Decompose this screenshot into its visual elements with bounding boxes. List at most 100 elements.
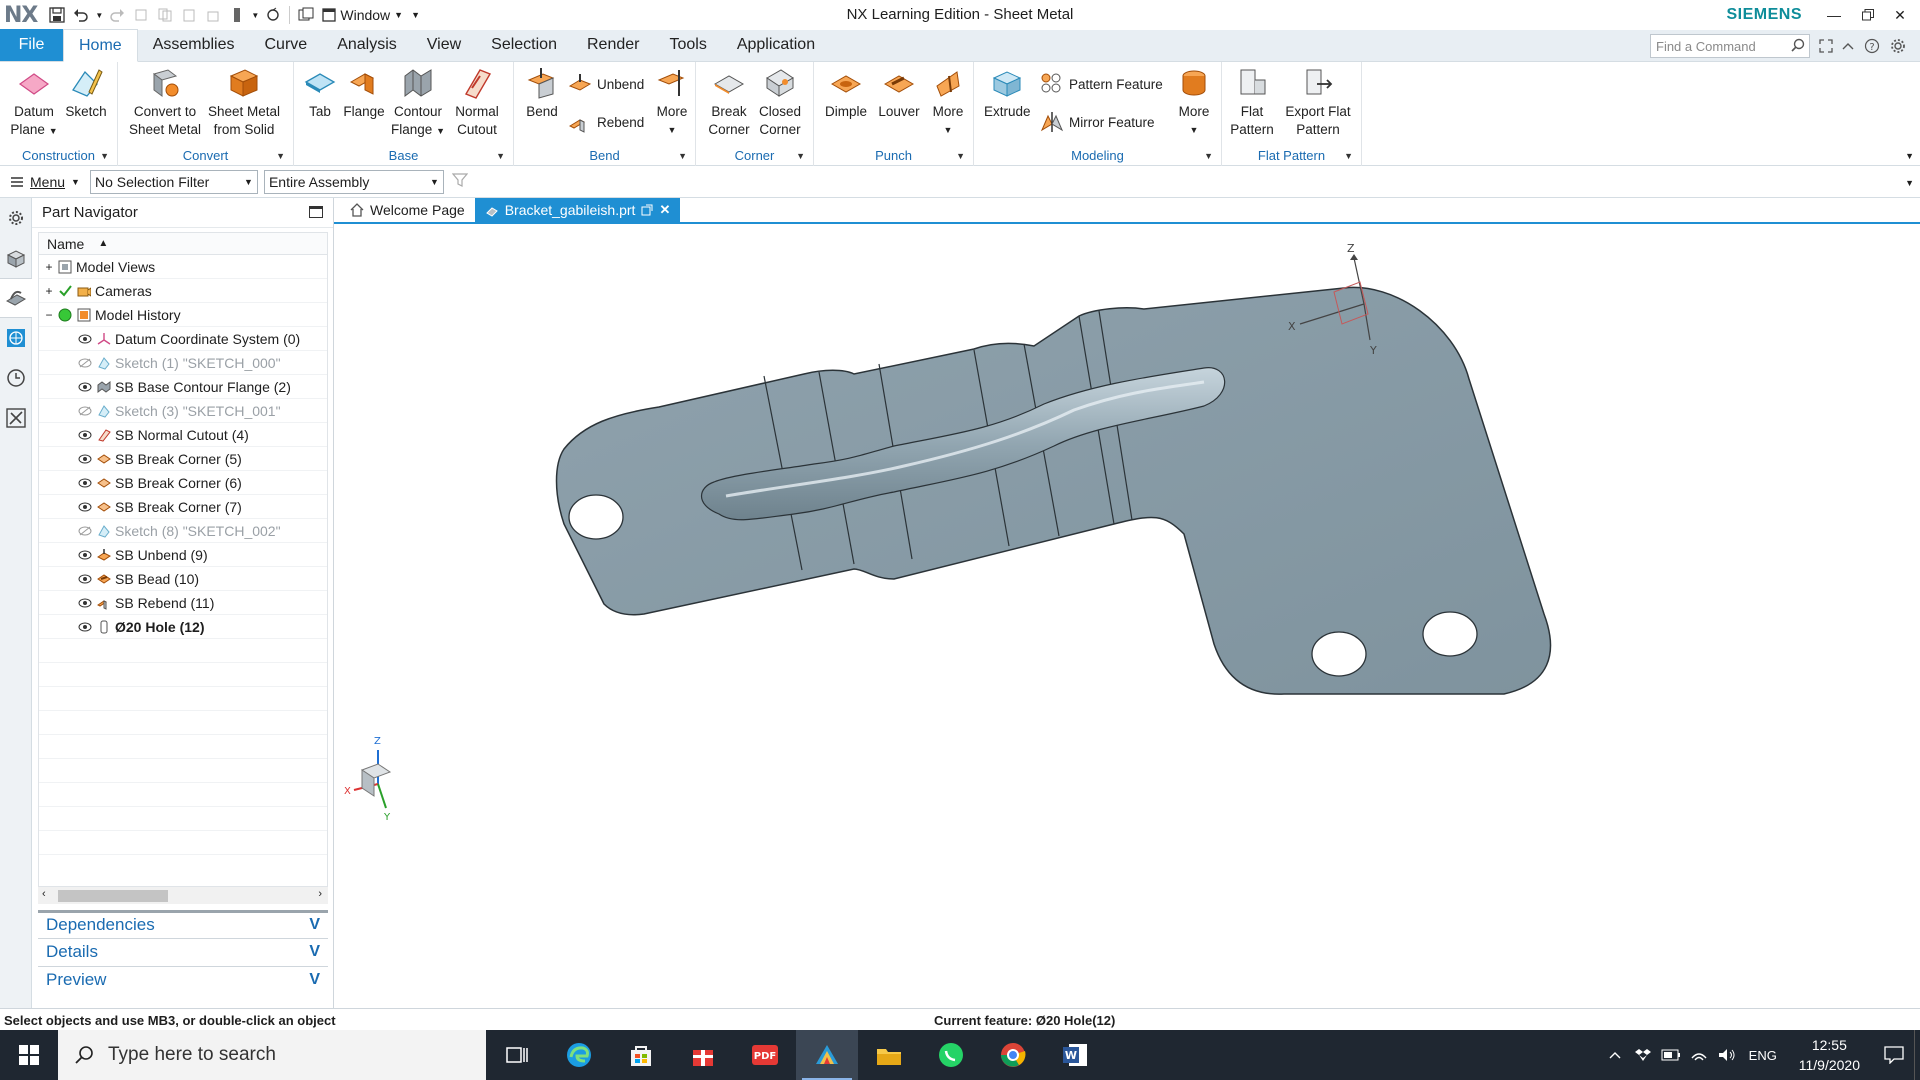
visibility-eye-icon[interactable] bbox=[77, 499, 93, 515]
selection-filter-dropdown[interactable]: No Selection Filter ▼ bbox=[89, 169, 258, 194]
part-model-view[interactable]: Z X Y Z X Y bbox=[334, 224, 1920, 1008]
tree-node-model-history[interactable]: − Model History bbox=[39, 303, 327, 327]
bend-more-button[interactable]: More ▼ bbox=[652, 66, 692, 139]
visibility-eye-icon[interactable] bbox=[77, 547, 93, 563]
punch-more-button[interactable]: More ▼ bbox=[928, 66, 968, 139]
assembly-navigator-icon[interactable] bbox=[0, 238, 32, 278]
tab-file[interactable]: File bbox=[0, 29, 63, 61]
show-hidden-icons-icon[interactable] bbox=[1601, 1030, 1629, 1080]
scroll-right-icon[interactable]: › bbox=[318, 888, 322, 900]
feature-row-base-contour-flange[interactable]: SB Base Contour Flange (2) bbox=[39, 375, 327, 399]
visibility-eye-icon[interactable] bbox=[77, 427, 93, 443]
feature-row-sketch-3[interactable]: Sketch (3) "SKETCH_001" bbox=[39, 399, 327, 423]
flat-pattern-button[interactable]: Flat Pattern bbox=[1230, 66, 1274, 139]
repeat-command-icon[interactable] bbox=[226, 4, 248, 26]
chrome-icon[interactable] bbox=[982, 1030, 1044, 1080]
hole-bottom-left[interactable] bbox=[1311, 631, 1367, 677]
reset-filter-icon[interactable] bbox=[451, 172, 469, 191]
feature-row-datum-csys[interactable]: Datum Coordinate System (0) bbox=[39, 327, 327, 351]
extrude-button[interactable]: Extrude bbox=[984, 66, 1031, 121]
visibility-eye-icon[interactable] bbox=[77, 595, 93, 611]
hidden-eye-icon[interactable] bbox=[77, 403, 93, 419]
tab-view[interactable]: View bbox=[412, 29, 476, 61]
feature-row-break-corner-5[interactable]: SB Break Corner (5) bbox=[39, 447, 327, 471]
history-clock-icon[interactable] bbox=[0, 358, 32, 398]
tab-assemblies[interactable]: Assemblies bbox=[138, 29, 250, 61]
contour-flange-button[interactable]: Contour Flange ▼ bbox=[390, 66, 446, 140]
selection-scope-dropdown[interactable]: Entire Assembly ▼ bbox=[263, 169, 444, 194]
export-flat-pattern-button[interactable]: Export Flat Pattern bbox=[1278, 66, 1358, 139]
notifications-icon[interactable] bbox=[1874, 1030, 1914, 1080]
process-studio-icon[interactable] bbox=[0, 398, 32, 438]
visibility-eye-icon[interactable] bbox=[77, 619, 93, 635]
restore-button[interactable] bbox=[1854, 4, 1882, 26]
hole-left[interactable] bbox=[568, 494, 624, 540]
pdf-reader-icon[interactable]: PDF bbox=[734, 1030, 796, 1080]
show-desktop-button[interactable] bbox=[1914, 1030, 1920, 1080]
scroll-left-icon[interactable]: ‹ bbox=[42, 888, 46, 900]
visibility-eye-icon[interactable] bbox=[77, 475, 93, 491]
mirror-feature-button[interactable]: Mirror Feature bbox=[1040, 110, 1155, 134]
collapse-icon[interactable]: − bbox=[43, 308, 55, 322]
whatsapp-icon[interactable] bbox=[920, 1030, 982, 1080]
tab-home[interactable]: Home bbox=[63, 29, 138, 62]
view-triad[interactable]: Z X Y bbox=[344, 736, 392, 823]
file-explorer-icon[interactable] bbox=[858, 1030, 920, 1080]
cut-icon[interactable] bbox=[130, 4, 152, 26]
settings-gear-icon[interactable] bbox=[0, 198, 32, 238]
tab-selection[interactable]: Selection bbox=[476, 29, 572, 61]
visibility-eye-icon[interactable] bbox=[77, 451, 93, 467]
scrollbar-thumb[interactable] bbox=[58, 890, 168, 902]
dropbox-icon[interactable] bbox=[1629, 1030, 1657, 1080]
customize-qa-icon[interactable]: ▼ bbox=[411, 10, 420, 20]
louver-button[interactable]: Louver bbox=[874, 66, 924, 121]
copy-icon[interactable] bbox=[154, 4, 176, 26]
tree-node-model-views[interactable]: + Model Views bbox=[39, 255, 327, 279]
undo-dropdown-icon[interactable]: ▼ bbox=[94, 4, 104, 26]
find-command-input[interactable]: Find a Command bbox=[1650, 34, 1810, 58]
tab-render[interactable]: Render bbox=[572, 29, 654, 61]
tree-node-cameras[interactable]: + Cameras bbox=[39, 279, 327, 303]
redo-icon[interactable] bbox=[106, 4, 128, 26]
hidden-eye-icon[interactable] bbox=[77, 355, 93, 371]
close-button[interactable]: ✕ bbox=[1886, 4, 1914, 26]
visibility-eye-icon[interactable] bbox=[77, 331, 93, 347]
full-screen-icon[interactable] bbox=[1816, 36, 1836, 56]
help-icon[interactable]: ? bbox=[1862, 36, 1882, 56]
taskbar-search-input[interactable]: Type here to search bbox=[58, 1030, 486, 1080]
save-icon[interactable] bbox=[46, 4, 68, 26]
feature-row-break-corner-6[interactable]: SB Break Corner (6) bbox=[39, 471, 327, 495]
feature-row-normal-cutout[interactable]: SB Normal Cutout (4) bbox=[39, 423, 327, 447]
wifi-icon[interactable] bbox=[1685, 1030, 1713, 1080]
expand-icon[interactable]: + bbox=[43, 260, 55, 274]
convert-to-sheet-metal-button[interactable]: Convert to Sheet Metal bbox=[128, 66, 202, 139]
volume-icon[interactable] bbox=[1713, 1030, 1741, 1080]
graphics-window[interactable]: Z X Y Z X Y bbox=[334, 224, 1920, 1008]
settings-gear-icon[interactable] bbox=[1888, 36, 1908, 56]
start-button[interactable] bbox=[0, 1030, 58, 1080]
word-icon[interactable]: W bbox=[1044, 1030, 1106, 1080]
close-tab-icon[interactable]: ✕ bbox=[659, 202, 670, 218]
paste-icon[interactable] bbox=[178, 4, 200, 26]
horizontal-scrollbar[interactable]: ‹ › bbox=[38, 886, 328, 904]
search-icon[interactable] bbox=[1791, 38, 1805, 55]
minimize-button[interactable]: — bbox=[1820, 4, 1848, 26]
menu-button[interactable]: Menu ▼ bbox=[0, 174, 90, 190]
clock[interactable]: 12:55 11/9/2020 bbox=[1785, 1035, 1874, 1075]
expand-icon[interactable]: + bbox=[43, 284, 55, 298]
hidden-eye-icon[interactable] bbox=[77, 523, 93, 539]
tab-curve[interactable]: Curve bbox=[250, 29, 323, 61]
visibility-eye-icon[interactable] bbox=[77, 571, 93, 587]
dependencies-panel-header[interactable]: Dependencies V bbox=[38, 910, 328, 936]
sketch-button[interactable]: Sketch bbox=[64, 66, 108, 121]
feature-row-sketch-8[interactable]: Sketch (8) "SKETCH_002" bbox=[39, 519, 327, 543]
task-view-icon[interactable] bbox=[486, 1030, 548, 1080]
window-menu[interactable]: Window ▼ ▼ bbox=[322, 7, 420, 23]
switch-window-icon[interactable] bbox=[295, 4, 317, 26]
name-column-header[interactable]: Name ▲ bbox=[39, 233, 327, 255]
nx-app-icon[interactable] bbox=[796, 1030, 858, 1080]
maximize-navigator-icon[interactable] bbox=[309, 206, 323, 218]
touch-mode-icon[interactable] bbox=[262, 4, 284, 26]
tab-tools[interactable]: Tools bbox=[654, 29, 721, 61]
microsoft-store-icon[interactable] bbox=[610, 1030, 672, 1080]
